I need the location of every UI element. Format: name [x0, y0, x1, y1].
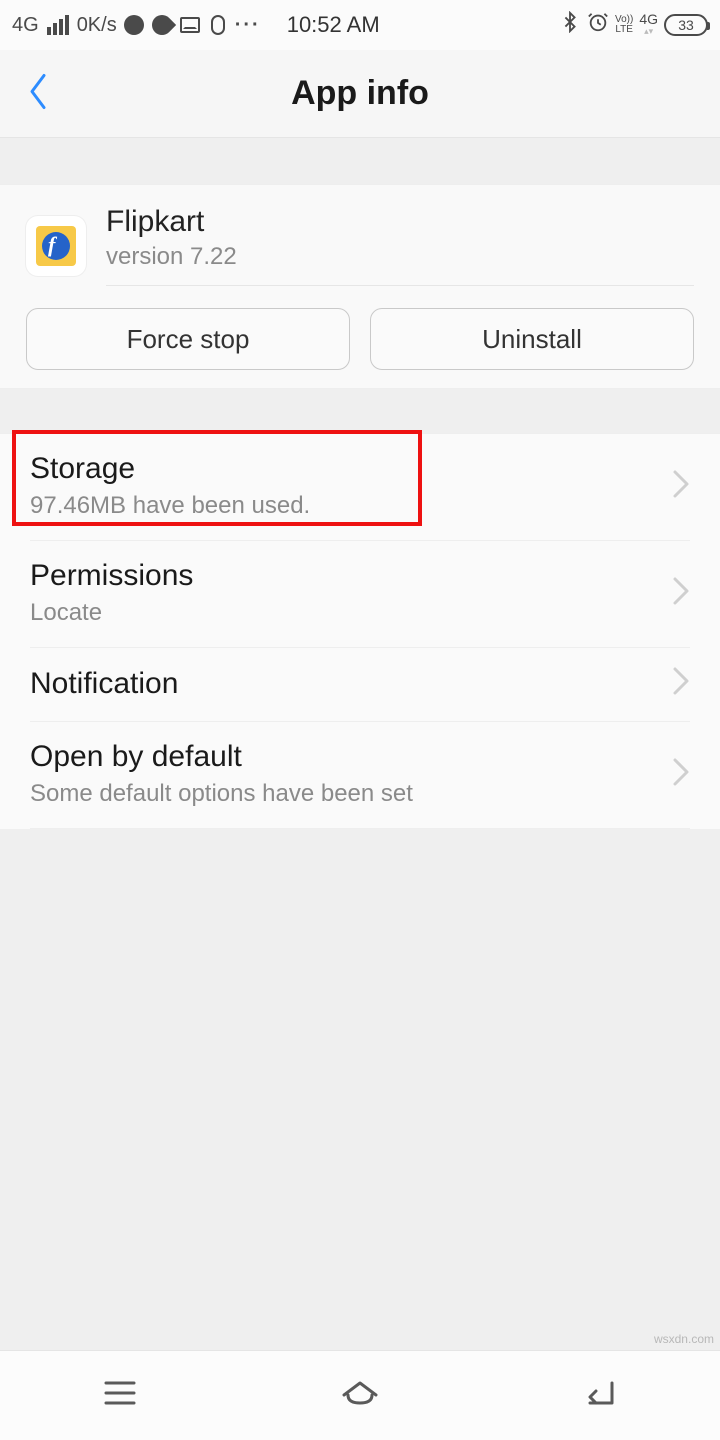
status-time: 10:52 AM — [287, 12, 380, 38]
status-left: 4G 0K/s ··· 10:52 AM — [12, 12, 380, 38]
uninstall-button[interactable]: Uninstall — [370, 308, 694, 370]
row-open-by-default[interactable]: Open by default Some default options hav… — [30, 721, 690, 829]
chevron-right-icon — [672, 469, 690, 504]
row-notification[interactable]: Notification — [30, 647, 690, 721]
row-permissions-sub: Locate — [30, 599, 672, 627]
section-gap-2 — [0, 389, 720, 433]
row-storage-title: Storage — [30, 452, 672, 486]
row-storage-sub: 97.46MB have been used. — [30, 492, 672, 520]
system-nav-bar — [0, 1350, 720, 1440]
data-speed: 0K/s — [77, 14, 117, 37]
app-summary-card: Flipkart version 7.22 Force stop Uninsta… — [0, 184, 720, 389]
app-header-row: Flipkart version 7.22 — [18, 197, 702, 300]
watermark: wsxdn.com — [654, 1332, 714, 1346]
recents-button[interactable] — [98, 1371, 142, 1420]
row-permissions[interactable]: Permissions Locate — [30, 540, 690, 647]
net-4g-icon: 4G ▴▾ — [639, 13, 658, 37]
status-bar: 4G 0K/s ··· 10:52 AM Vo)) LTE 4G ▴▾ 33 — [0, 0, 720, 50]
battery-icon: 33 — [664, 14, 708, 36]
row-storage[interactable]: Storage 97.46MB have been used. — [0, 433, 720, 540]
app-header: App info — [0, 50, 720, 138]
app-name: Flipkart — [106, 205, 694, 239]
row-open-default-sub: Some default options have been set — [30, 780, 672, 808]
app-icon — [26, 216, 86, 276]
volte-bot: LTE — [615, 25, 633, 35]
mic-icon — [207, 14, 229, 36]
home-button[interactable] — [338, 1371, 382, 1420]
settings-list: Storage 97.46MB have been used. Permissi… — [0, 433, 720, 829]
action-buttons: Force stop Uninstall — [26, 308, 694, 370]
app-text: Flipkart version 7.22 — [106, 205, 694, 286]
signal-icon — [47, 15, 69, 35]
back-button[interactable] — [24, 71, 52, 116]
section-gap — [0, 138, 720, 184]
chevron-right-icon — [672, 666, 690, 701]
row-permissions-title: Permissions — [30, 559, 672, 593]
dnd-icon — [123, 14, 145, 36]
row-open-default-title: Open by default — [30, 740, 672, 774]
app-version: version 7.22 — [106, 243, 694, 271]
mail-icon — [179, 14, 201, 36]
alarm-icon — [587, 11, 609, 39]
chevron-right-icon — [672, 576, 690, 611]
battery-level: 33 — [678, 17, 694, 33]
more-icon: ··· — [235, 14, 261, 37]
chevron-right-icon — [672, 757, 690, 792]
network-label: 4G — [12, 14, 39, 37]
force-stop-button[interactable]: Force stop — [26, 308, 350, 370]
leaf-icon — [151, 14, 173, 36]
row-notification-title: Notification — [30, 667, 672, 701]
back-nav-button[interactable] — [578, 1371, 622, 1420]
volte-icon: Vo)) LTE — [615, 15, 633, 35]
page-title: App info — [0, 74, 720, 113]
net2-top: 4G — [639, 13, 658, 25]
bluetooth-icon — [559, 11, 581, 39]
status-right: Vo)) LTE 4G ▴▾ 33 — [559, 11, 708, 39]
